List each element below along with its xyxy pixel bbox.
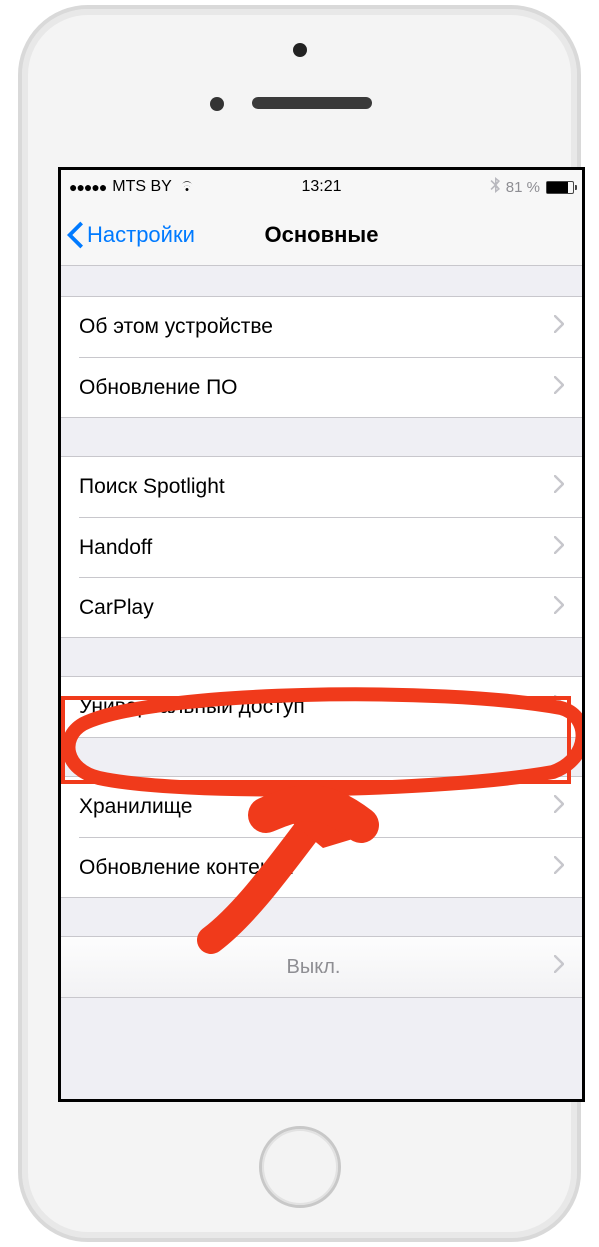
row-about-device[interactable]: Об этом устройстве [61, 297, 582, 357]
group-storage: Хранилище Обновление контента [61, 776, 582, 898]
earpiece-speaker [252, 97, 372, 109]
row-label: Обновление ПО [79, 376, 238, 400]
screen: ●●●●● MTS BY 13:21 81 % Настройки Осн [58, 167, 585, 1102]
row-label: Handoff [79, 536, 152, 560]
chevron-right-icon [554, 315, 564, 339]
row-storage[interactable]: Хранилище [61, 777, 582, 837]
row-label: Универсальный доступ [79, 695, 305, 719]
group-accessibility: Универсальный доступ [61, 676, 582, 738]
clock: 13:21 [61, 178, 582, 196]
group-last: Выкл. [61, 936, 582, 998]
row-label: Об этом устройстве [79, 315, 273, 339]
chevron-right-icon [554, 475, 564, 499]
settings-list: Об этом устройстве Обновление ПО Поиск S… [61, 296, 582, 998]
row-unknown-off[interactable]: Выкл. [61, 937, 582, 997]
front-camera [293, 43, 307, 57]
battery-icon [546, 181, 574, 194]
phone-frame: ●●●●● MTS BY 13:21 81 % Настройки Осн [18, 5, 581, 1242]
row-label: Поиск Spotlight [79, 475, 225, 499]
chevron-right-icon [554, 376, 564, 400]
row-handoff[interactable]: Handoff [79, 517, 582, 577]
status-bar: ●●●●● MTS BY 13:21 81 % [61, 170, 582, 204]
chevron-right-icon [554, 536, 564, 560]
home-button[interactable] [259, 1126, 341, 1208]
group-spotlight: Поиск Spotlight Handoff CarPlay [61, 456, 582, 638]
proximity-sensor [210, 97, 224, 111]
row-accessibility[interactable]: Универсальный доступ [61, 677, 582, 737]
row-background-refresh[interactable]: Обновление контента [79, 837, 582, 897]
page-title: Основные [61, 222, 582, 248]
chevron-right-icon [554, 596, 564, 620]
group-about: Об этом устройстве Обновление ПО [61, 296, 582, 418]
row-label: Обновление контента [79, 856, 293, 880]
row-spotlight[interactable]: Поиск Spotlight [61, 457, 582, 517]
chevron-right-icon [554, 795, 564, 819]
navigation-bar: Настройки Основные [61, 204, 582, 266]
row-label: CarPlay [79, 596, 154, 620]
row-software-update[interactable]: Обновление ПО [79, 357, 582, 417]
chevron-right-icon [554, 856, 564, 880]
row-value: Выкл. [287, 956, 347, 979]
row-carplay[interactable]: CarPlay [79, 577, 582, 637]
row-label: Хранилище [79, 795, 192, 819]
chevron-right-icon [554, 695, 564, 719]
chevron-right-icon [554, 955, 564, 979]
